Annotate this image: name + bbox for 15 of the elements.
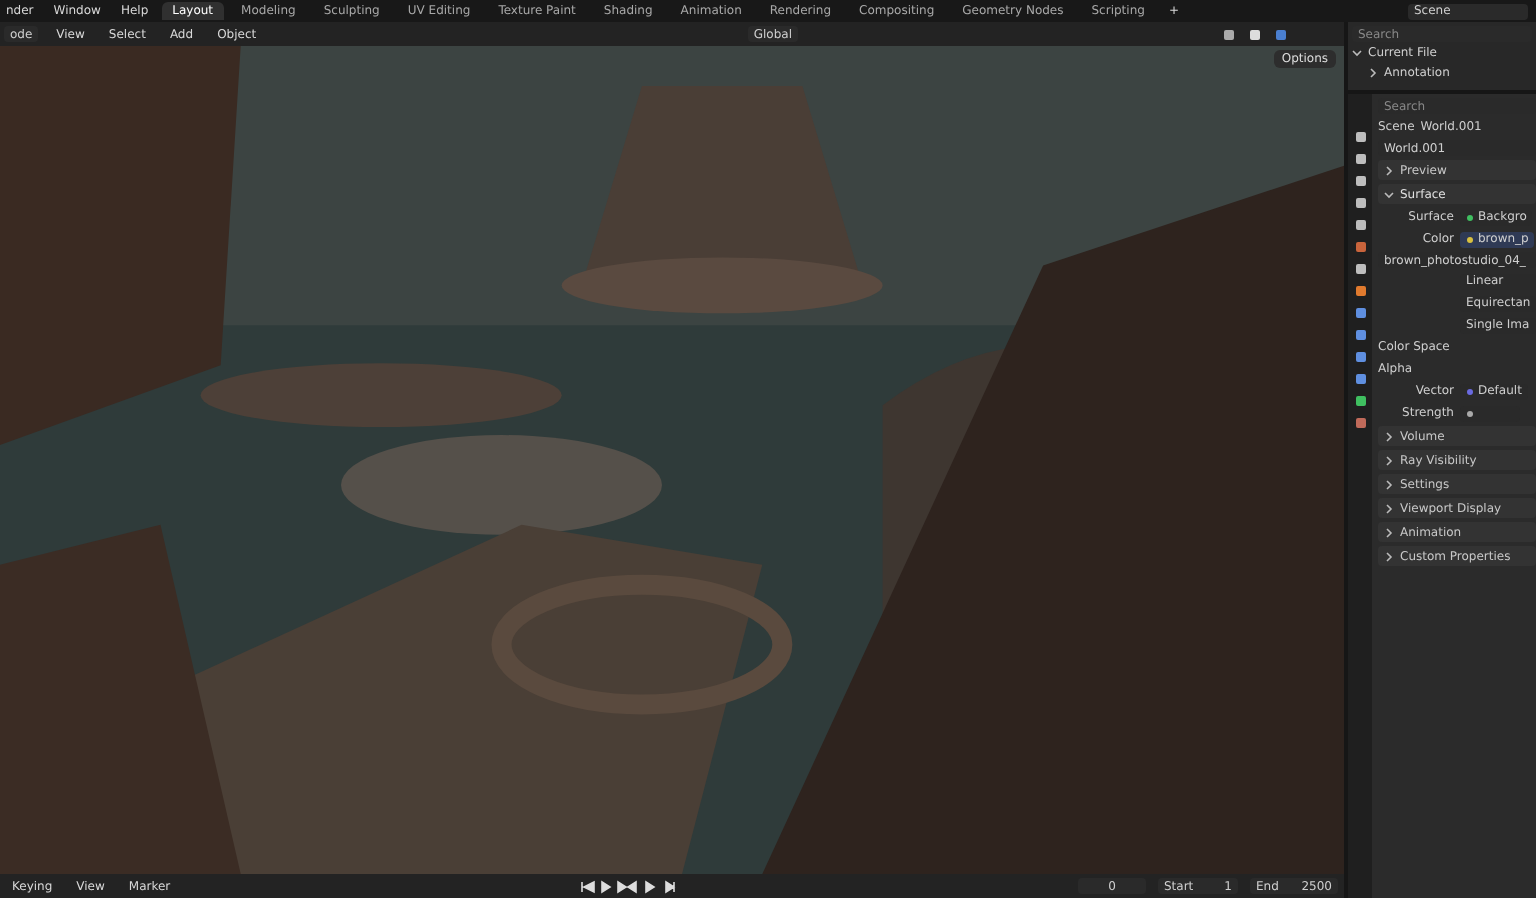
chevron-icon[interactable] [1384,479,1394,489]
socket-icon [1466,387,1474,395]
chevron-icon[interactable] [1352,48,1362,58]
chevron-icon[interactable] [1384,503,1394,513]
socket-icon [1466,235,1474,243]
socket-icon [1466,409,1474,417]
chevron-icon[interactable] [1368,68,1378,78]
chevron-icon[interactable] [1384,527,1394,537]
chevron-icon[interactable] [1384,455,1394,465]
chevron-icon[interactable] [1384,551,1394,561]
socket-icon [1466,213,1474,221]
chevron-icon[interactable] [1384,189,1394,199]
playback-controls[interactable] [577,879,678,893]
chevron-icon[interactable] [1384,431,1394,441]
chevron-icon[interactable] [1384,165,1394,175]
